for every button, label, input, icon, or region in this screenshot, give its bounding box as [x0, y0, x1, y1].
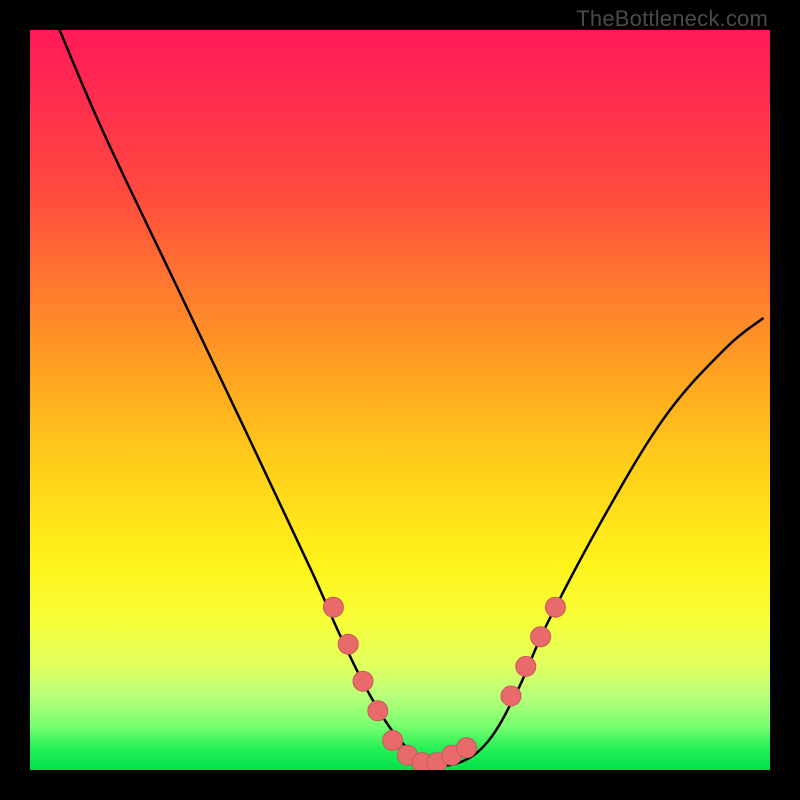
- bottleneck-curve: [60, 30, 763, 766]
- data-point-marker: [353, 671, 373, 691]
- plot-area: [30, 30, 770, 770]
- chart-svg: [30, 30, 770, 770]
- data-point-marker: [531, 627, 551, 647]
- data-point-marker: [383, 730, 403, 750]
- data-point-marker: [338, 634, 358, 654]
- data-point-marker: [457, 738, 477, 758]
- marker-layer: [323, 597, 565, 770]
- chart-frame: TheBottleneck.com: [0, 0, 800, 800]
- data-point-marker: [516, 656, 536, 676]
- data-point-marker: [368, 701, 388, 721]
- data-point-marker: [545, 597, 565, 617]
- watermark-text: TheBottleneck.com: [576, 6, 768, 32]
- curve-layer: [60, 30, 763, 766]
- data-point-marker: [323, 597, 343, 617]
- data-point-marker: [501, 686, 521, 706]
